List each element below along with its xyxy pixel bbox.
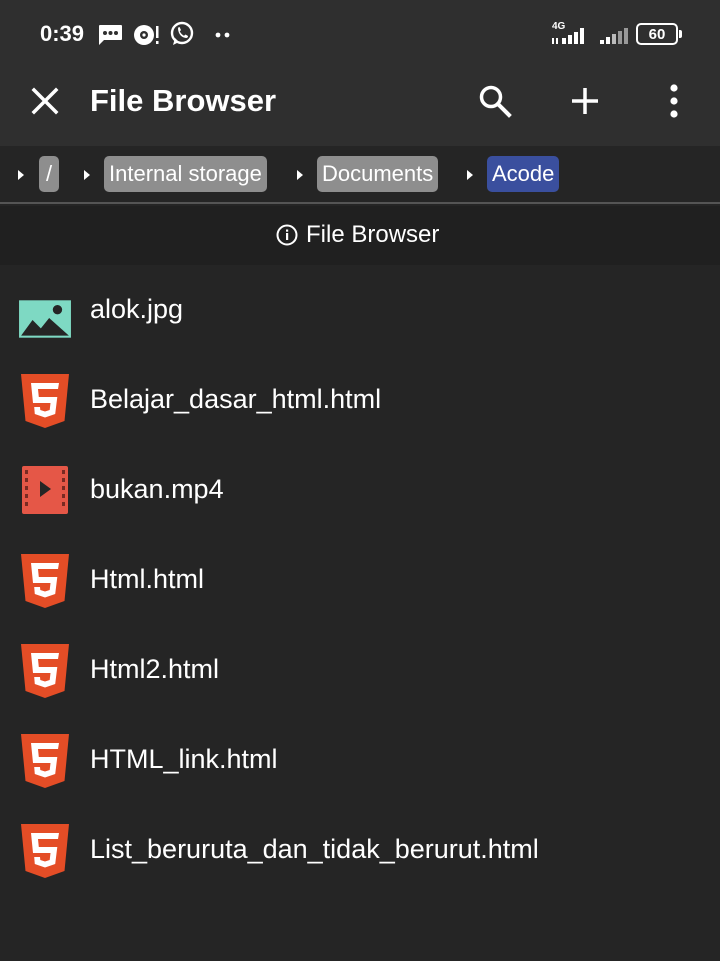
more-dots-icon [215, 32, 230, 38]
file-name: Html2.html [90, 654, 220, 684]
file-item[interactable]: Belajar_dasar_html.html [0, 356, 720, 446]
file-name: bukan.mp4 [90, 474, 224, 504]
file-item[interactable]: bukan.mp4 [0, 446, 720, 536]
file-name: List_beruruta_dan_tidak_berurut.html [90, 834, 539, 864]
file-name: alok.jpg [90, 294, 184, 324]
status-time: 0:39 [40, 21, 85, 46]
image-file-icon [19, 300, 71, 338]
html5-icon [21, 554, 69, 608]
battery-icon: 60 [636, 23, 682, 45]
signal-4g-icon [552, 28, 584, 44]
search-icon[interactable] [478, 84, 512, 118]
file-item[interactable]: alok.jpg [0, 266, 720, 356]
signal-icon [600, 28, 628, 44]
breadcrumb-internal-storage[interactable]: Internal storage [104, 156, 267, 192]
html5-icon [21, 824, 69, 878]
breadcrumb-root[interactable]: / [39, 156, 59, 192]
file-name: HTML_link.html [90, 744, 278, 774]
file-item[interactable]: HTML_link.html [0, 716, 720, 806]
file-item[interactable]: List_beruruta_dan_tidak_berurut.html [0, 806, 720, 896]
file-item[interactable]: Html.html [0, 536, 720, 626]
plus-icon[interactable] [569, 85, 601, 117]
header-title: File Browser [90, 83, 277, 118]
breadcrumb-arrow-icon [467, 170, 473, 180]
breadcrumb-arrow-icon [297, 170, 303, 180]
file-name: Belajar_dasar_html.html [90, 384, 382, 414]
file-item[interactable]: Html2.html [0, 626, 720, 716]
html5-icon [21, 374, 69, 428]
file-name: Html.html [90, 564, 204, 594]
breadcrumb-arrow-icon [84, 170, 90, 180]
breadcrumb-arrow-icon [18, 170, 24, 180]
whatsapp-icon [170, 21, 194, 45]
video-file-icon [22, 466, 68, 514]
breadcrumb-documents[interactable]: Documents [317, 156, 439, 192]
close-icon[interactable] [30, 86, 60, 116]
html5-icon [21, 644, 69, 698]
file-list: alok.jpg Belajar_dasar_html.html bukan.m… [0, 266, 720, 896]
breadcrumb: / Internal storage Documents Acode [0, 146, 720, 204]
html5-icon [21, 734, 69, 788]
breadcrumb-acode[interactable]: Acode [487, 156, 560, 192]
battery-level: 60 [648, 26, 666, 43]
info-bar: File Browser [0, 206, 720, 265]
info-icon [276, 224, 298, 246]
cast-notification-icon [134, 25, 159, 45]
status-bar: 0:39 4G 60 [0, 0, 720, 66]
message-icon [99, 25, 122, 45]
more-vert-icon[interactable] [664, 83, 684, 119]
info-label: File Browser [306, 221, 440, 248]
app-header: File Browser [0, 66, 720, 146]
